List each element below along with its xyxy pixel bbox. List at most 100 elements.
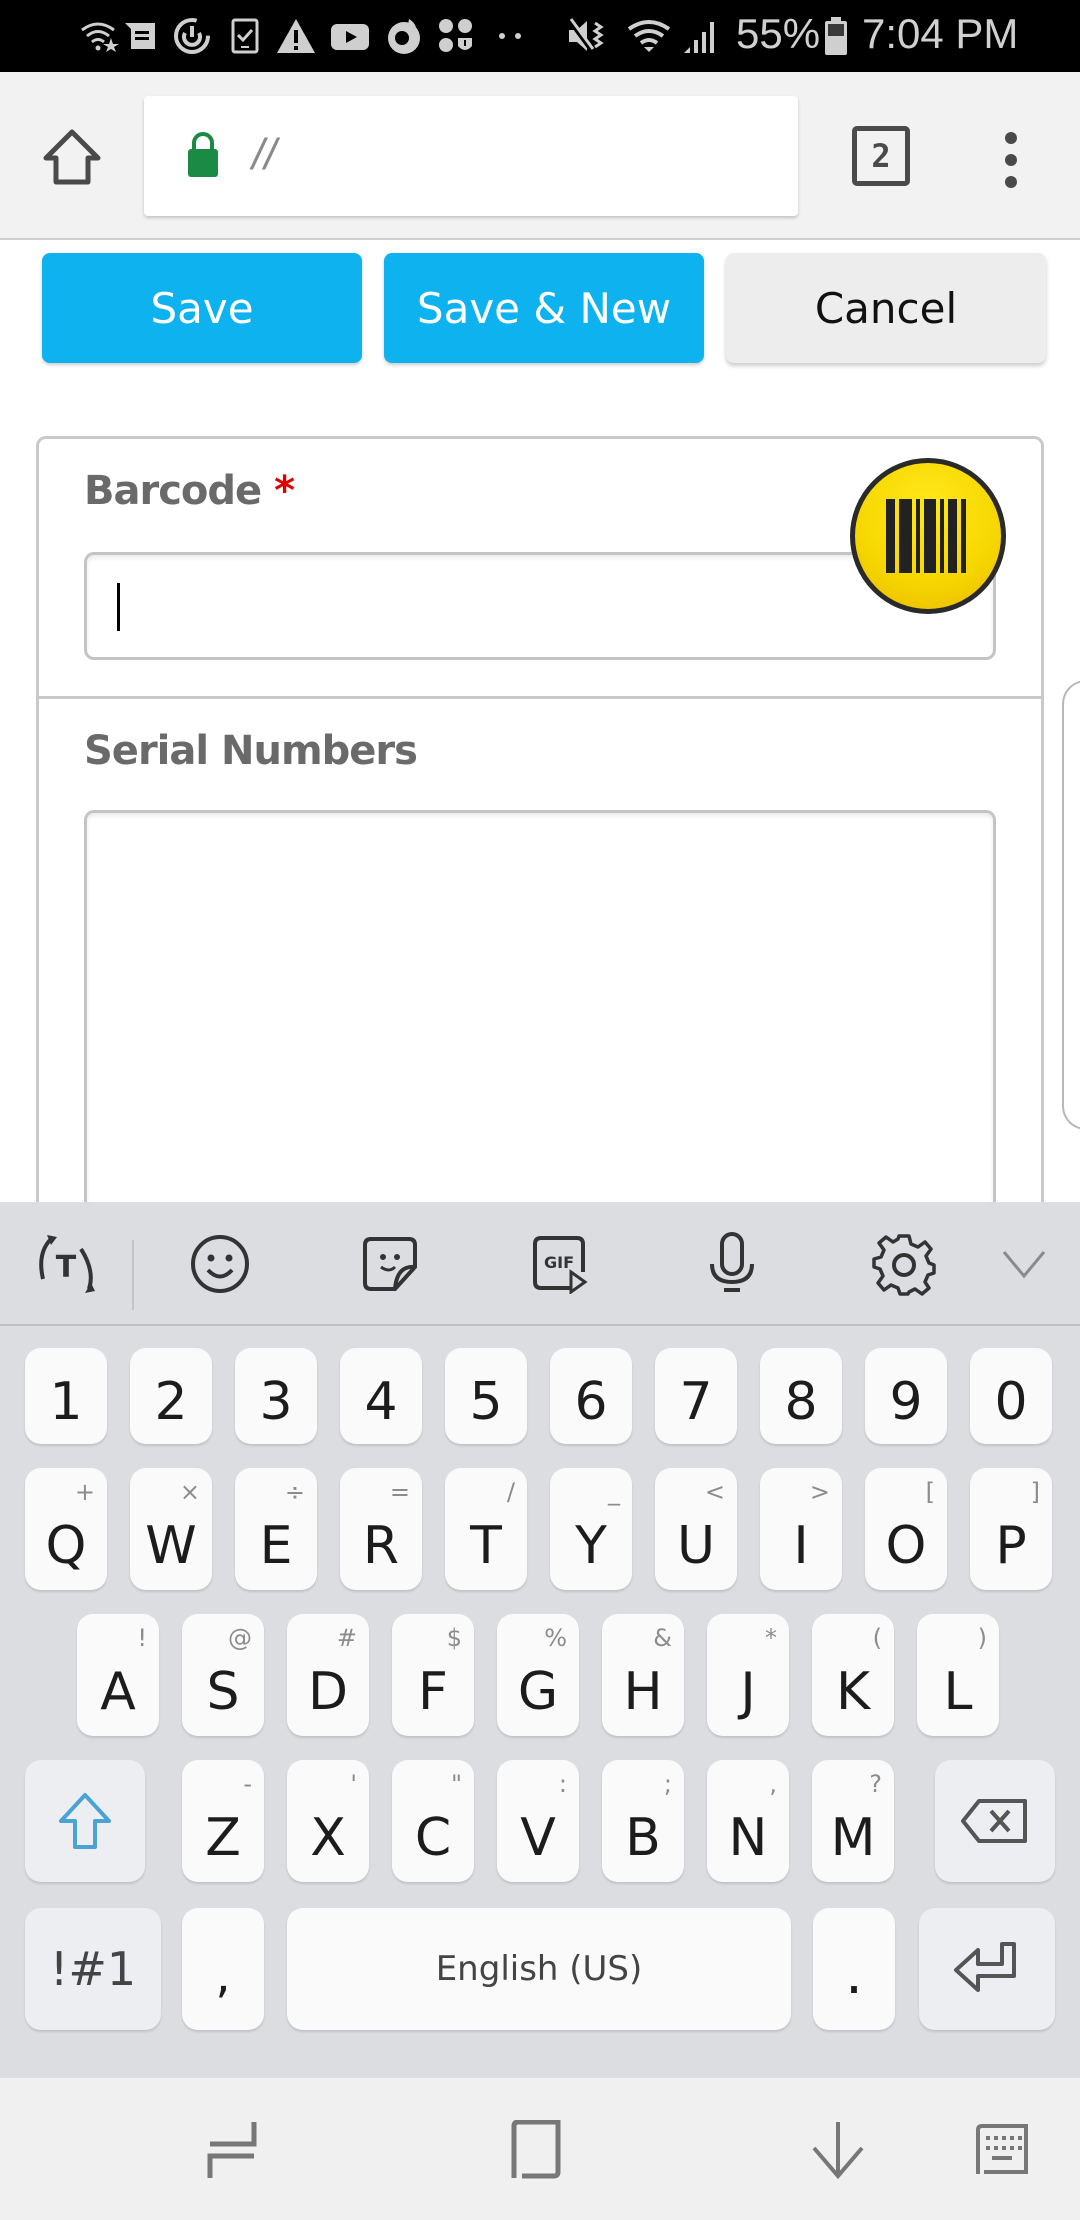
key-alt-label: ? <box>869 1770 882 1798</box>
key-g[interactable]: % G <box>497 1614 579 1736</box>
address-bar[interactable]: // <box>144 96 798 216</box>
key-label: W <box>145 1516 197 1576</box>
key-q[interactable]: + Q <box>25 1468 107 1590</box>
key-i[interactable]: > I <box>760 1468 842 1590</box>
browser-toolbar: // 2 <box>0 72 1080 240</box>
side-panel-handle[interactable] <box>1062 680 1080 1130</box>
barcode-scan-button[interactable] <box>850 458 1006 614</box>
enter-key[interactable] <box>919 1908 1055 2030</box>
key-alt-label: - <box>243 1770 252 1798</box>
keyboard-switch-button[interactable] <box>970 2118 1034 2182</box>
home-icon <box>43 129 101 185</box>
key-alt-label: < <box>704 1478 725 1506</box>
symbols-key[interactable]: !#1 <box>25 1908 161 2030</box>
cancel-button[interactable]: Cancel <box>726 253 1046 363</box>
emoji-button[interactable] <box>184 1228 256 1300</box>
key-a[interactable]: ! A <box>77 1614 159 1736</box>
navigation-bar <box>0 2078 1080 2220</box>
key-3[interactable]: 3 <box>235 1348 317 1444</box>
home-button[interactable] <box>40 126 104 190</box>
key-alt-label: _ <box>608 1478 620 1506</box>
key-y[interactable]: _ Y <box>550 1468 632 1590</box>
save-and-new-button[interactable]: Save & New <box>384 253 704 363</box>
backspace-key[interactable] <box>935 1760 1055 1882</box>
key-1[interactable]: 1 <box>25 1348 107 1444</box>
key-alt-label: # <box>336 1624 357 1652</box>
key-p[interactable]: ] P <box>970 1468 1052 1590</box>
key-label: X <box>310 1808 346 1868</box>
key-label: 1 <box>49 1372 83 1432</box>
key-label: C <box>414 1808 452 1868</box>
key-w[interactable]: × W <box>130 1468 212 1590</box>
key-label: L <box>943 1662 973 1722</box>
key-x[interactable]: ' X <box>287 1760 369 1882</box>
firefox-icon <box>384 18 424 54</box>
key-o[interactable]: [O <box>865 1468 947 1590</box>
voice-input-button[interactable] <box>696 1228 768 1300</box>
key-alt-label: " <box>450 1770 462 1798</box>
signal-icon <box>682 18 722 54</box>
shift-key[interactable] <box>25 1760 145 1882</box>
save-button[interactable]: Save <box>42 253 362 363</box>
key-n[interactable]: ,N <box>707 1760 789 1882</box>
key-v[interactable]: :V <box>497 1760 579 1882</box>
key-alt-label: : <box>558 1770 567 1798</box>
keyboard-settings-button[interactable] <box>868 1228 940 1300</box>
emoji-icon <box>191 1235 249 1293</box>
key-f[interactable]: $ F <box>392 1614 474 1736</box>
key-0[interactable]: 0 <box>970 1348 1052 1444</box>
tab-switcher-button[interactable]: 2 <box>852 126 910 186</box>
serial-numbers-label: Serial Numbers <box>84 728 418 774</box>
key-h[interactable]: & H <box>602 1614 684 1736</box>
menu-button[interactable] <box>996 128 1026 192</box>
key-9[interactable]: 9 <box>865 1348 947 1444</box>
status-bar: 55% 7:04 PM <box>0 0 1080 72</box>
key-d[interactable]: # D <box>287 1614 369 1736</box>
back-icon <box>812 2122 864 2180</box>
key-5[interactable]: 5 <box>445 1348 527 1444</box>
toolbar-separator <box>132 1240 134 1310</box>
key-s[interactable]: @ S <box>182 1614 264 1736</box>
key-u[interactable]: < U <box>655 1468 737 1590</box>
text-translate-button[interactable]: T <box>30 1228 102 1300</box>
key-r[interactable]: = R <box>340 1468 422 1590</box>
key-alt-label: × <box>179 1478 200 1506</box>
key-z[interactable]: -Z <box>182 1760 264 1882</box>
back-button[interactable] <box>806 2118 870 2182</box>
sticker-button[interactable] <box>354 1228 426 1300</box>
comma-key[interactable]: , <box>182 1908 264 2030</box>
space-key[interactable]: English (US) <box>287 1908 791 2030</box>
battery-percent: 55% <box>736 10 821 57</box>
key-8[interactable]: 8 <box>760 1348 842 1444</box>
key-e[interactable]: ÷ E <box>235 1468 317 1590</box>
key-c[interactable]: " C <box>392 1760 474 1882</box>
text-translate-icon: T <box>39 1235 95 1293</box>
key-m[interactable]: ? M <box>812 1760 894 1882</box>
home-nav-button[interactable] <box>504 2118 568 2182</box>
key-k[interactable]: (K <box>812 1614 894 1736</box>
url-text[interactable]: // <box>252 130 276 180</box>
key-label: K <box>835 1662 871 1722</box>
serial-numbers-textarea[interactable] <box>84 810 996 1250</box>
recent-apps-button[interactable] <box>200 2118 264 2182</box>
key-label: R <box>362 1516 400 1576</box>
key-l[interactable]: ) L <box>917 1614 999 1736</box>
device-check-icon <box>228 18 262 54</box>
keyboard-switch-icon <box>976 2124 1028 2174</box>
key-alt-label: ] <box>1030 1478 1040 1506</box>
key-b[interactable]: ; B <box>602 1760 684 1882</box>
key-6[interactable]: 6 <box>550 1348 632 1444</box>
key-label: Y <box>575 1516 607 1576</box>
key-7[interactable]: 7 <box>655 1348 737 1444</box>
key-2[interactable]: 2 <box>130 1348 212 1444</box>
key-j[interactable]: * J <box>707 1614 789 1736</box>
key-label: O <box>885 1516 927 1576</box>
key-label: 8 <box>784 1372 818 1432</box>
key-label: S <box>206 1662 240 1722</box>
key-t[interactable]: / T <box>445 1468 527 1590</box>
key-4[interactable]: 4 <box>340 1348 422 1444</box>
collapse-keyboard-button[interactable] <box>988 1228 1060 1300</box>
gif-icon: GIF <box>533 1236 588 1294</box>
period-key[interactable]: . <box>813 1908 895 2030</box>
gif-button[interactable]: GIF <box>524 1228 596 1300</box>
